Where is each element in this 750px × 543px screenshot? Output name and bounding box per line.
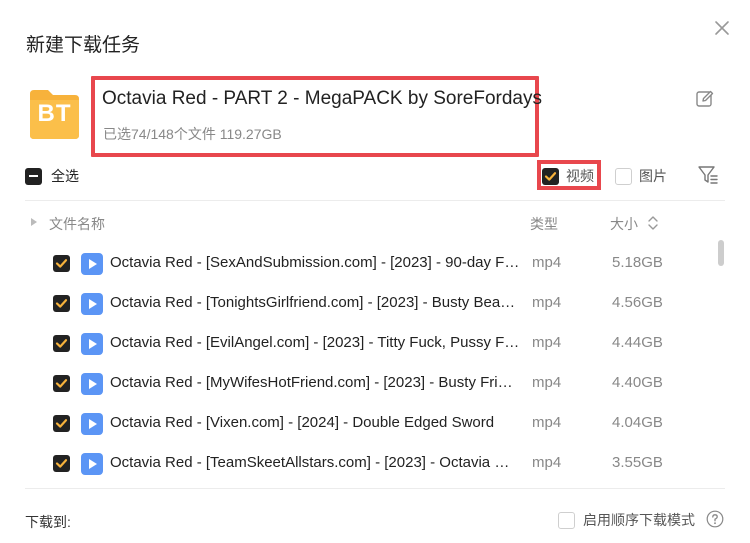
video-filter-checkbox[interactable]: 视频: [542, 166, 594, 186]
file-name: Octavia Red - [TonightsGirlfriend.com] -…: [110, 294, 520, 311]
filter-funnel-icon[interactable]: [697, 164, 719, 186]
file-name: Octavia Red - [SexAndSubmission.com] - […: [110, 254, 520, 271]
partial-check-icon: [25, 167, 42, 185]
file-row-checkbox[interactable]: [53, 455, 70, 472]
list-bottom-divider: [25, 488, 725, 489]
file-size: 5.18GB: [612, 254, 663, 271]
video-file-icon: [81, 253, 103, 275]
file-type: mp4: [532, 254, 562, 271]
help-icon[interactable]: [706, 510, 724, 528]
dialog-title: 新建下载任务: [26, 35, 141, 56]
file-row-checkbox[interactable]: [53, 335, 70, 352]
file-row-checkbox[interactable]: [53, 295, 70, 312]
edit-icon[interactable]: [694, 88, 716, 110]
file-type: mp4: [532, 334, 562, 351]
filter-divider: [25, 200, 725, 201]
sort-chevrons-icon[interactable]: [646, 213, 660, 233]
file-row[interactable]: Octavia Red - [TeamSkeetAllstars.com] - …: [0, 444, 716, 484]
image-filter-checkbox[interactable]: 图片: [615, 166, 667, 186]
image-filter-label: 图片: [639, 168, 667, 184]
file-size: 4.40GB: [612, 374, 663, 391]
file-type: mp4: [532, 374, 562, 391]
file-row-checkbox[interactable]: [53, 255, 70, 272]
file-row[interactable]: Octavia Red - [SexAndSubmission.com] - […: [0, 244, 716, 284]
file-name: Octavia Red - [TeamSkeetAllstars.com] - …: [110, 454, 520, 471]
video-file-icon: [81, 453, 103, 475]
expand-arrow-icon[interactable]: [31, 218, 37, 226]
file-row[interactable]: Octavia Red - [EvilAngel.com] - [2023] -…: [0, 324, 716, 364]
download-to-label: 下载到:: [25, 514, 71, 530]
video-file-icon: [81, 413, 103, 435]
file-type: mp4: [532, 454, 562, 471]
header-filename[interactable]: 文件名称: [49, 214, 105, 234]
video-file-icon: [81, 333, 103, 355]
checkmark-icon: [542, 167, 559, 185]
empty-checkbox-icon: [615, 167, 632, 185]
file-size: 4.04GB: [612, 414, 663, 431]
file-name: Octavia Red - [EvilAngel.com] - [2023] -…: [110, 334, 520, 351]
empty-checkbox-icon: [558, 511, 575, 529]
file-size: 3.55GB: [612, 454, 663, 471]
file-type: mp4: [532, 414, 562, 431]
file-name: Octavia Red - [MyWifesHotFriend.com] - […: [110, 374, 520, 391]
close-icon[interactable]: [710, 16, 734, 40]
bt-icon-label: BT: [37, 100, 72, 127]
sequential-download-label: 启用顺序下载模式: [583, 512, 695, 528]
video-filter-label: 视频: [566, 168, 594, 184]
file-name: Octavia Red - [Vixen.com] - [2024] - Dou…: [110, 414, 495, 431]
select-all-checkbox[interactable]: 全选: [25, 166, 79, 186]
header-type[interactable]: 类型: [530, 214, 558, 234]
video-file-icon: [81, 373, 103, 395]
file-row[interactable]: Octavia Red - [MyWifesHotFriend.com] - […: [0, 364, 716, 404]
file-type: mp4: [532, 294, 562, 311]
file-row[interactable]: Octavia Red - [Vixen.com] - [2024] - Dou…: [0, 404, 716, 444]
new-download-dialog: 新建下载任务 BT Octavia Red - PART 2 - MegaPAC…: [0, 0, 750, 543]
select-all-label: 全选: [51, 168, 79, 184]
file-list-scrollbar[interactable]: [718, 240, 724, 266]
torrent-summary: 已选74/148个文件 119.27GB: [103, 126, 282, 142]
file-row-checkbox[interactable]: [53, 415, 70, 432]
torrent-name: Octavia Red - PART 2 - MegaPACK by SoreF…: [102, 88, 542, 109]
video-file-icon: [81, 293, 103, 315]
file-row-checkbox[interactable]: [53, 375, 70, 392]
sequential-download-checkbox[interactable]: 启用顺序下载模式: [558, 510, 695, 530]
file-row[interactable]: Octavia Red - [TonightsGirlfriend.com] -…: [0, 284, 716, 324]
file-size: 4.56GB: [612, 294, 663, 311]
file-size: 4.44GB: [612, 334, 663, 351]
header-size[interactable]: 大小: [610, 214, 638, 234]
